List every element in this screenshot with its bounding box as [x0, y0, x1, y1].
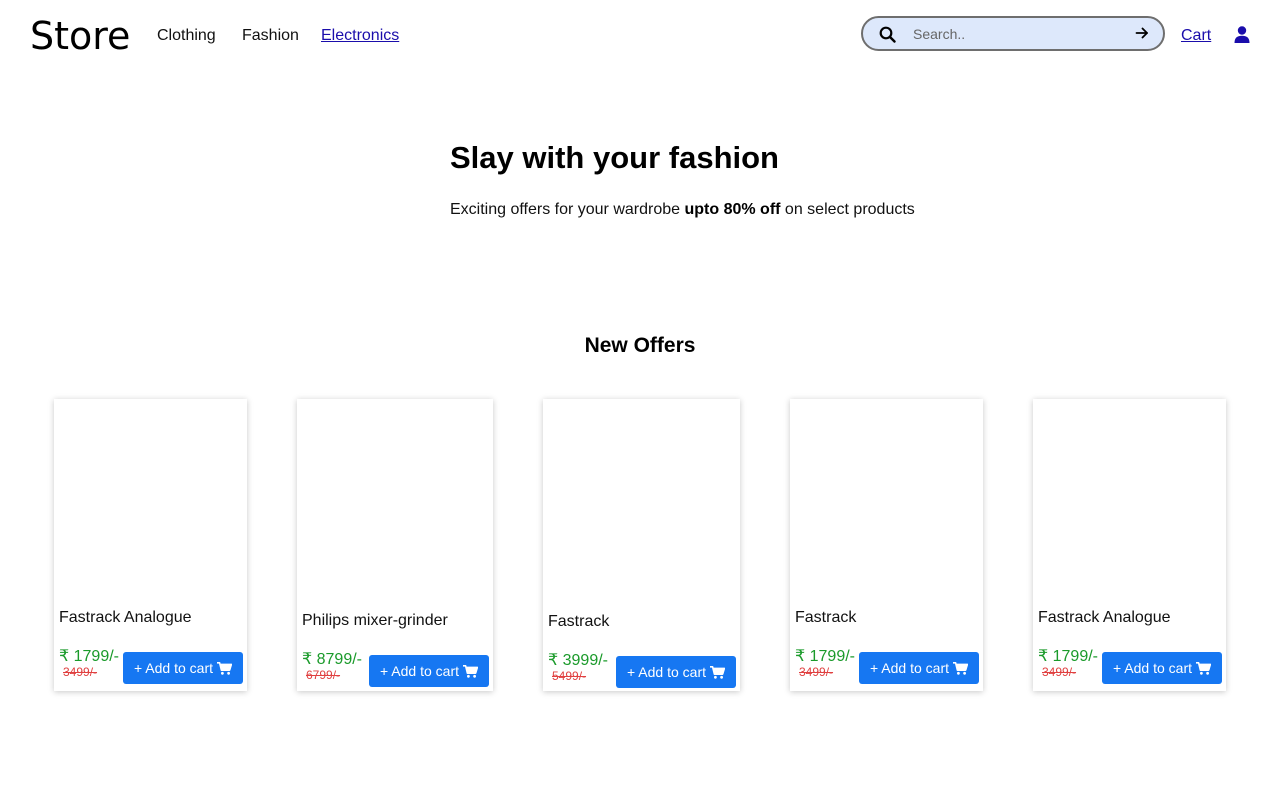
store-logo[interactable]: Store: [30, 14, 130, 58]
shopping-cart-icon: [953, 661, 968, 675]
product-old-price: 3499/-: [63, 665, 98, 679]
hero-subtitle: Exciting offers for your wardrobe upto 8…: [450, 200, 1050, 220]
shopping-cart-icon: [710, 665, 725, 679]
product-card: Philips mixer-grinder ₹ 8799/- 6799/- + …: [297, 399, 493, 691]
add-to-cart-label: + Add to cart: [627, 664, 706, 680]
product-price: ₹ 1799/-: [1038, 648, 1098, 665]
product-name: Fastrack Analogue: [1038, 609, 1171, 626]
product-old-price: 6799/-: [306, 668, 341, 682]
shopping-cart-icon: [1196, 661, 1211, 675]
hero-title: Slay with your fashion: [450, 140, 779, 175]
user-icon[interactable]: [1234, 26, 1250, 43]
nav-link-electronics[interactable]: Electronics: [321, 26, 399, 46]
product-card: Fastrack Analogue ₹ 1799/- 3499/- + Add …: [1033, 399, 1226, 691]
hero-subtitle-text-end: on select products: [780, 201, 915, 218]
add-to-cart-button[interactable]: + Add to cart: [369, 655, 489, 687]
search-bar: [861, 16, 1165, 51]
product-card: Fastrack Analogue ₹ 1799/- 3499/- + Add …: [54, 399, 247, 691]
product-old-price: 3499/-: [799, 665, 834, 679]
product-price: ₹ 8799/-: [302, 651, 362, 668]
add-to-cart-label: + Add to cart: [134, 660, 213, 676]
hero-section: Slay with your fashion Exciting offers f…: [450, 138, 1050, 220]
add-to-cart-label: + Add to cart: [380, 663, 459, 679]
arrow-right-icon[interactable]: [1135, 26, 1149, 40]
product-price: ₹ 3999/-: [548, 652, 608, 669]
add-to-cart-button[interactable]: + Add to cart: [1102, 652, 1222, 684]
hero-subtitle-highlight: upto 80% off: [684, 201, 781, 218]
product-name: Fastrack Analogue: [59, 609, 192, 626]
product-card: Fastrack ₹ 1799/- 3499/- + Add to cart: [790, 399, 983, 691]
shopping-cart-icon: [463, 664, 478, 678]
search-icon: [879, 26, 896, 43]
add-to-cart-button[interactable]: + Add to cart: [616, 656, 736, 688]
product-name: Fastrack: [795, 609, 857, 626]
product-card: Fastrack ₹ 3999/- 5499/- + Add to cart: [543, 399, 740, 691]
product-price: ₹ 1799/-: [59, 648, 119, 665]
search-input[interactable]: [913, 23, 1113, 45]
shopping-cart-icon: [217, 661, 232, 675]
product-price: ₹ 1799/-: [795, 648, 855, 665]
nav-link-fashion[interactable]: Fashion: [242, 26, 299, 46]
product-old-price: 3499/-: [1042, 665, 1077, 679]
add-to-cart-button[interactable]: + Add to cart: [859, 652, 979, 684]
product-name: Fastrack: [548, 613, 610, 630]
hero-subtitle-text: Exciting offers for your wardrobe: [450, 201, 685, 218]
product-old-price: 5499/-: [552, 669, 587, 683]
add-to-cart-label: + Add to cart: [870, 660, 949, 676]
new-offers-heading: New Offers: [584, 334, 696, 357]
site-header: Store Clothing Fashion Electronics Cart: [0, 0, 1280, 72]
add-to-cart-label: + Add to cart: [1113, 660, 1192, 676]
cart-link[interactable]: Cart: [1181, 26, 1211, 46]
nav-link-clothing[interactable]: Clothing: [157, 26, 216, 46]
add-to-cart-button[interactable]: + Add to cart: [123, 652, 243, 684]
product-name: Philips mixer-grinder: [302, 612, 448, 629]
